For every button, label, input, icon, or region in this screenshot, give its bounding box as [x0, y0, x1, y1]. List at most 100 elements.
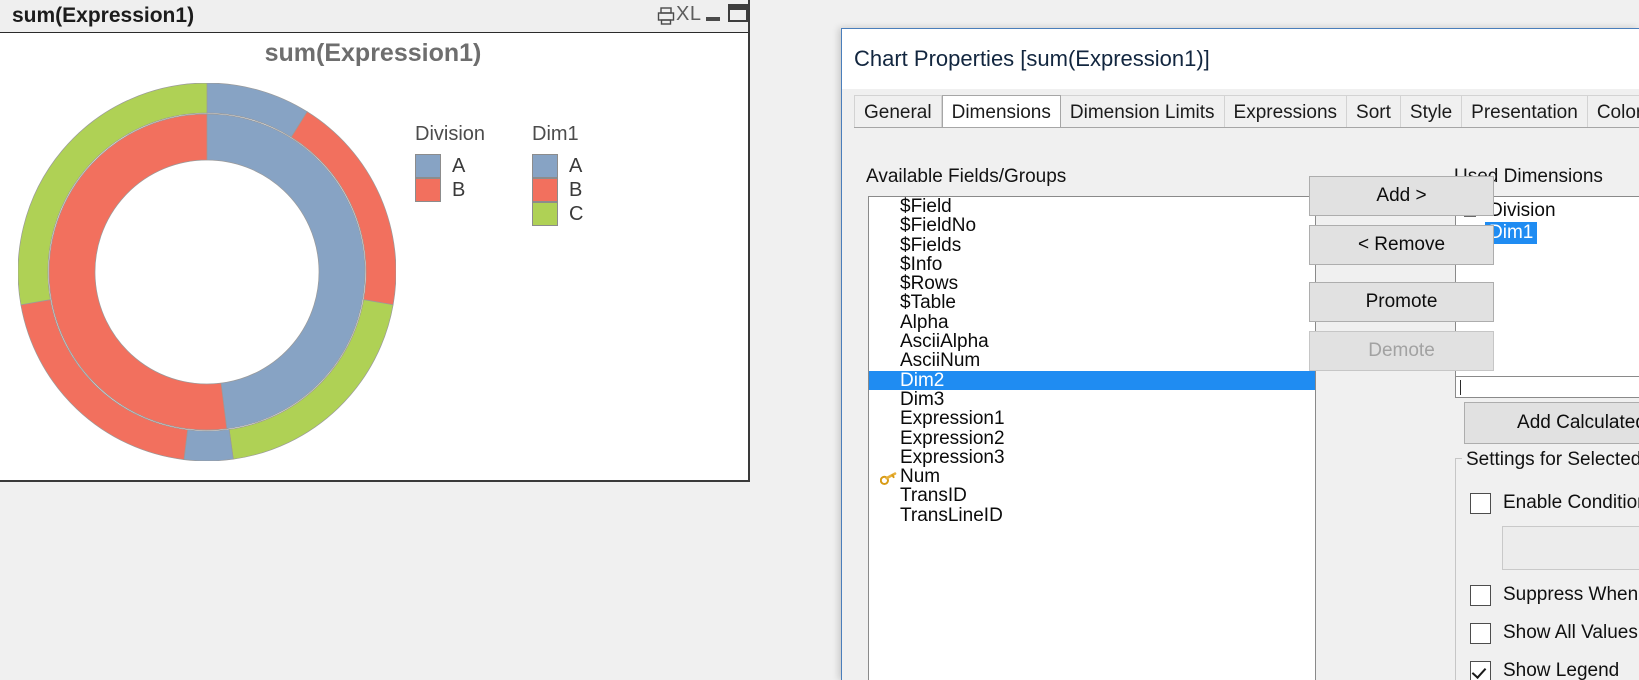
list-item-label: Alpha	[900, 311, 949, 333]
tab-dimension-limits[interactable]: Dimension Limits	[1060, 95, 1225, 128]
list-item[interactable]: Expression3	[869, 448, 1315, 467]
legend-swatch-icon	[415, 154, 441, 178]
chart-window-title: sum(Expression1)	[12, 4, 195, 27]
legend-item[interactable]: C	[532, 202, 583, 226]
checkbox-label: Enable Conditional	[1503, 492, 1639, 513]
legend-item-label: B	[452, 179, 466, 201]
available-fields-label: Available Fields/Groups	[866, 166, 1067, 187]
list-item-label: $Table	[900, 292, 956, 314]
list-item-label: AsciiAlpha	[900, 331, 989, 353]
legend-item[interactable]: B	[415, 178, 485, 202]
available-fields-list[interactable]: $Field $FieldNo $Fields $Info $Rows $Table Alp…	[868, 196, 1316, 680]
legend-dim1-title: Dim1	[532, 123, 579, 145]
checkbox-suppress-when-null[interactable]: Suppress When Value Is Null	[1470, 584, 1639, 606]
print-icon[interactable]	[656, 6, 676, 31]
legend-item-label: B	[569, 179, 583, 201]
list-item-label: TransID	[900, 485, 967, 507]
list-item-label: Dim3	[900, 388, 945, 410]
checkbox-icon[interactable]	[1470, 584, 1491, 606]
tab-sort[interactable]: Sort	[1347, 95, 1401, 128]
donut-chart-svg	[18, 83, 396, 461]
maximize-icon[interactable]	[728, 4, 748, 22]
tab-color[interactable]: Color	[1587, 95, 1639, 128]
chart-canvas: sum(Expression1) Division A B Dim1 A B C	[0, 33, 748, 480]
list-item[interactable]: Expression2	[869, 427, 1315, 449]
list-item[interactable]: $Field	[869, 197, 1315, 216]
legend-item[interactable]: A	[532, 154, 583, 178]
calculated-dimension-input[interactable]	[1455, 376, 1639, 398]
checkbox-show-legend[interactable]: Show Legend	[1470, 660, 1619, 680]
list-item-label: Num	[900, 466, 941, 488]
tab-dimensions[interactable]: Dimensions	[941, 95, 1061, 128]
list-item[interactable]: AsciiAlpha	[869, 332, 1315, 351]
list-item[interactable]: TransID	[869, 486, 1315, 505]
list-item[interactable]: AsciiNum	[869, 351, 1315, 370]
chart-properties-dialog: Chart Properties [sum(Expression1)] Gene…	[841, 28, 1639, 680]
legend-swatch-icon	[532, 154, 558, 178]
tab-expressions[interactable]: Expressions	[1224, 95, 1348, 128]
list-item-label: Expression2	[900, 427, 1005, 449]
dialog-title: Chart Properties [sum(Expression1)]	[854, 46, 1210, 71]
add-calculated-dimension-button[interactable]: Add Calculated Dimension	[1464, 402, 1639, 444]
checkbox-show-all-values[interactable]: Show All Values	[1470, 622, 1638, 644]
list-item-label: $Rows	[900, 273, 959, 295]
list-item[interactable]: $FieldNo	[869, 216, 1315, 235]
list-item[interactable]: TransLineID	[869, 506, 1315, 525]
screen-root: sum(Expression1) XL sum(Expression1) Div…	[0, 0, 1639, 680]
list-item-label: TransLineID	[900, 504, 1003, 526]
checkbox-icon[interactable]	[1470, 660, 1491, 680]
add-button[interactable]: Add >	[1309, 176, 1494, 216]
text-caret	[1460, 380, 1461, 395]
promote-button[interactable]: Promote	[1309, 282, 1494, 322]
checkbox-icon[interactable]	[1470, 622, 1491, 644]
list-item[interactable]: Expression1	[869, 409, 1315, 428]
settings-group-label: Settings for Selected Dimension	[1462, 449, 1639, 471]
list-item-label: $Field	[900, 196, 952, 217]
legend-division-title: Division	[415, 123, 486, 145]
list-item-label: $Info	[900, 253, 943, 275]
list-item-label: Expression3	[900, 446, 1005, 468]
legend-swatch-icon	[532, 202, 558, 226]
legend-swatch-icon	[532, 178, 558, 202]
donut-chart[interactable]	[18, 83, 396, 461]
tab-style[interactable]: Style	[1400, 95, 1463, 128]
list-item[interactable]: Dim3	[869, 390, 1315, 409]
tab-general[interactable]: General	[854, 95, 942, 128]
dialog-titlebar[interactable]: Chart Properties [sum(Expression1)]	[842, 29, 1639, 89]
key-icon	[879, 470, 897, 486]
list-item[interactable]: Alpha	[869, 313, 1315, 332]
list-item-label: $FieldNo	[900, 215, 977, 237]
list-item[interactable]: Dim2	[869, 371, 1315, 390]
list-item-label: AsciiNum	[900, 350, 981, 372]
legend-item[interactable]: A	[415, 154, 485, 178]
legend-swatch-icon	[415, 178, 441, 202]
chart-object-window: sum(Expression1) XL sum(Expression1) Div…	[0, 0, 750, 482]
checkbox-label: Show Legend	[1503, 660, 1620, 680]
list-item[interactable]: $Fields	[869, 234, 1315, 256]
chart-title: sum(Expression1)	[264, 39, 482, 67]
legend-item[interactable]: B	[532, 178, 583, 202]
checkbox-enable-conditional[interactable]: Enable Conditional	[1470, 492, 1639, 514]
list-item-label: Dim2	[900, 369, 945, 391]
tab-presentation[interactable]: Presentation	[1462, 95, 1588, 128]
remove-button[interactable]: < Remove	[1309, 225, 1494, 265]
list-item[interactable]: $Table	[869, 293, 1315, 312]
list-item-label: $Fields	[900, 234, 962, 256]
list-item-label: Expression1	[900, 408, 1005, 430]
donut-slice[interactable]	[183, 429, 234, 461]
legend-item-label: A	[452, 155, 466, 177]
legend-dim1: Dim1 A B C	[532, 123, 583, 226]
list-item-label: Division	[1489, 200, 1556, 221]
list-item[interactable]: $Info	[869, 255, 1315, 274]
demote-button: Demote	[1309, 331, 1494, 371]
legend-item-label: A	[569, 155, 583, 177]
conditional-expression-input[interactable]	[1502, 526, 1639, 570]
export-xl-button[interactable]: XL	[676, 3, 701, 26]
list-item[interactable]: $Rows	[869, 274, 1315, 293]
minimize-icon[interactable]	[706, 17, 720, 21]
checkbox-icon[interactable]	[1470, 492, 1491, 514]
dialog-tabstrip: General Dimensions Dimension Limits Express…	[854, 95, 1639, 128]
chart-window-titlebar[interactable]: sum(Expression1) XL	[0, 0, 748, 33]
list-item[interactable]: Num	[869, 467, 1315, 486]
dimensions-tab-page: Available Fields/Groups $Field $FieldNo $F…	[854, 128, 1639, 680]
